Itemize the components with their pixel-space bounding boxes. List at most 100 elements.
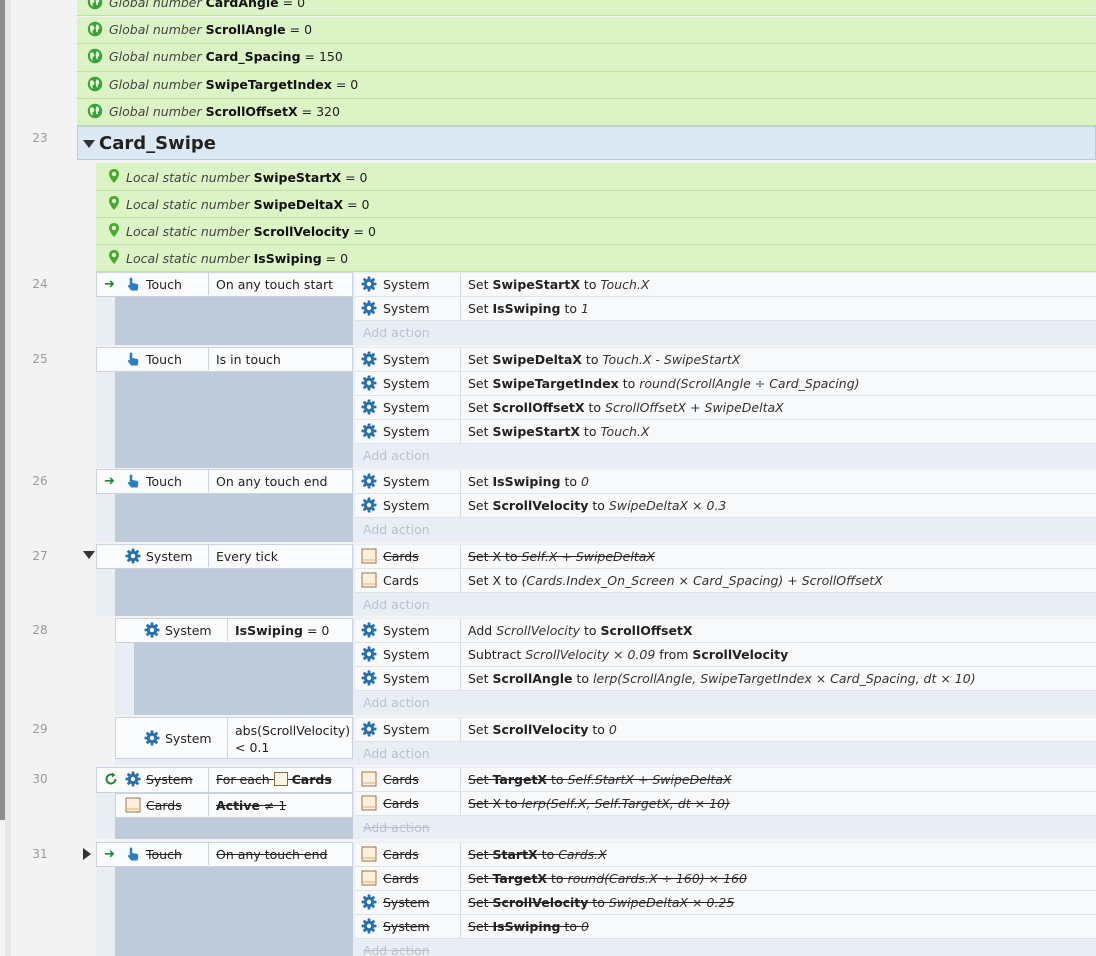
gear-icon — [361, 423, 377, 439]
globe-icon — [87, 21, 103, 37]
add-action-link[interactable]: Add action — [355, 594, 430, 616]
action-row[interactable]: System Set ScrollVelocity to 0 — [355, 718, 1096, 742]
condition-object: Touch — [146, 352, 182, 367]
touch-hand-icon — [125, 276, 141, 292]
add-action-link[interactable]: Add action — [355, 940, 430, 956]
action-object: Cards — [383, 772, 419, 787]
action-row[interactable]: System Set ScrollAngle to lerp(ScrollAng… — [355, 667, 1096, 691]
condition-object: System — [146, 772, 193, 787]
loop-icon — [103, 771, 119, 787]
gear-icon — [361, 399, 377, 415]
var-name: ScrollAngle — [205, 22, 286, 37]
action-row-disabled[interactable]: Cards Set TargetX to round(Cards.X ÷ 160… — [355, 867, 1096, 891]
action-row-disabled[interactable]: Cards Set StartX to Cards.X — [355, 843, 1096, 867]
action-row-disabled[interactable]: Cards Set X to lerp(Self.X, Self.TargetX… — [355, 792, 1096, 816]
action-row[interactable]: System Set SwipeStartX to Touch.X — [355, 273, 1096, 297]
action-row[interactable]: System Set ScrollVelocity to SwipeDeltaX… — [355, 494, 1096, 518]
collapse-triangle-icon[interactable] — [83, 551, 95, 559]
action-row-disabled[interactable]: System Set ScrollVelocity to SwipeDeltaX… — [355, 891, 1096, 915]
action-row[interactable]: System Set ScrollOffsetX to ScrollOffset… — [355, 396, 1096, 420]
condition-column — [115, 568, 353, 616]
condition-row[interactable]: System Every tick — [96, 544, 353, 569]
globe-icon — [87, 48, 103, 64]
action-text: Set ScrollAngle to lerp(ScrollAngle, Swi… — [468, 671, 976, 686]
action-row[interactable]: System Set SwipeDeltaX to Touch.X - Swip… — [355, 348, 1096, 372]
local-variable-row[interactable]: Local static number SwipeDeltaX = 0 — [96, 191, 1096, 218]
expand-triangle-icon[interactable] — [83, 848, 91, 860]
action-row[interactable]: System Subtract ScrollVelocity × 0.09 fr… — [355, 643, 1096, 667]
condition-row[interactable]: System abs(ScrollVelocity) < 0.1 — [115, 717, 353, 759]
pin-icon — [106, 195, 122, 211]
sprite-icon — [361, 548, 377, 564]
globe-icon — [87, 0, 103, 10]
pin-icon — [106, 168, 122, 184]
action-row-disabled[interactable]: System Set IsSwiping to 0 — [355, 915, 1096, 939]
condition-row-disabled[interactable]: ➜ Touch On any touch end — [96, 842, 353, 867]
action-row-disabled[interactable]: Cards Set X to Self.X + SwipeDeltaX — [355, 545, 1096, 569]
global-variable-row[interactable]: Global number SwipeTargetIndex = 0 — [77, 72, 1096, 99]
condition-row[interactable]: ➜ Touch On any touch start — [96, 272, 353, 297]
action-row[interactable]: System Set IsSwiping to 1 — [355, 297, 1096, 321]
group-header-card-swipe[interactable]: Card_Swipe — [77, 126, 1096, 160]
condition-text: Is in touch — [216, 352, 281, 367]
global-variable-row[interactable]: Global number Card_Spacing = 150 — [77, 44, 1096, 72]
gear-icon — [361, 351, 377, 367]
add-action-link[interactable]: Add action — [355, 692, 430, 714]
add-action-link[interactable]: Add action — [355, 817, 430, 839]
global-variable-row[interactable]: Global number ScrollAngle = 0 — [77, 17, 1096, 44]
condition-text: On any touch end — [216, 847, 328, 862]
var-value: = 0 — [335, 77, 359, 92]
globe-icon — [87, 76, 103, 92]
action-row-disabled[interactable]: Cards Set TargetX to Self.StartX + Swipe… — [355, 768, 1096, 792]
var-value: = 150 — [304, 49, 343, 64]
condition-object: System — [146, 549, 193, 564]
action-row[interactable]: System Set SwipeStartX to Touch.X — [355, 420, 1096, 444]
local-variable-row[interactable]: Local static number SwipeStartX = 0 — [96, 163, 1096, 191]
condition-column — [134, 642, 353, 715]
action-text: Set ScrollOffsetX to ScrollOffsetX + Swi… — [468, 400, 784, 415]
local-variable-row[interactable]: Local static number IsSwiping = 0 — [96, 245, 1096, 272]
var-value: = 0 — [325, 251, 349, 266]
add-action-link[interactable]: Add action — [355, 322, 430, 344]
condition-object: Touch — [146, 474, 182, 489]
var-kind: Local static number — [126, 197, 250, 212]
condition-text: For each Cards — [216, 772, 332, 787]
add-action-link[interactable]: Add action — [355, 519, 430, 541]
local-variable-row[interactable]: Local static number ScrollVelocity = 0 — [96, 218, 1096, 245]
global-variable-row[interactable]: Global number ScrollOffsetX = 320 — [77, 99, 1096, 126]
line-number: 26 — [32, 474, 48, 488]
gear-icon — [361, 894, 377, 910]
condition-row[interactable]: ➜ Touch On any touch end — [96, 469, 353, 494]
trigger-arrow-icon: ➜ — [104, 474, 115, 489]
condition-row[interactable]: System IsSwiping = 0 — [115, 618, 353, 643]
action-row[interactable]: System Set SwipeTargetIndex to round(Scr… — [355, 372, 1096, 396]
action-row[interactable]: System Set IsSwiping to 0 — [355, 470, 1096, 494]
action-object: System — [383, 400, 430, 415]
action-row[interactable]: System Add ScrollVelocity to ScrollOffse… — [355, 619, 1096, 643]
gear-icon — [361, 721, 377, 737]
gear-icon — [144, 730, 160, 746]
pin-icon — [106, 222, 122, 238]
sprite-icon — [273, 772, 288, 786]
action-text: Set SwipeStartX to Touch.X — [468, 424, 650, 439]
action-text: Set StartX to Cards.X — [468, 847, 607, 862]
add-action-link[interactable]: Add action — [355, 743, 430, 765]
action-object: Cards — [383, 573, 419, 588]
action-text: Set IsSwiping to 0 — [468, 919, 589, 934]
action-text: Set IsSwiping to 0 — [468, 474, 589, 489]
add-action-link[interactable]: Add action — [355, 445, 430, 467]
action-row[interactable]: Cards Set X to (Cards.Index_On_Screen × … — [355, 569, 1096, 593]
condition-row[interactable]: Touch Is in touch — [96, 347, 353, 372]
condition-text: On any touch end — [216, 474, 328, 489]
var-value: = 0 — [282, 0, 306, 10]
line-number: 29 — [32, 722, 48, 736]
var-kind: Local static number — [126, 170, 250, 185]
gear-icon — [361, 276, 377, 292]
gear-icon — [361, 375, 377, 391]
collapse-triangle-icon[interactable] — [83, 140, 95, 148]
sprite-icon — [361, 572, 377, 588]
condition-row-disabled[interactable]: System For each Cards — [96, 767, 353, 793]
var-value: = 0 — [289, 22, 313, 37]
condition-row-disabled[interactable]: Cards Active ≠ 1 — [115, 793, 353, 818]
global-variable-row[interactable]: Global number CardAngle = 0 — [77, 0, 1096, 16]
